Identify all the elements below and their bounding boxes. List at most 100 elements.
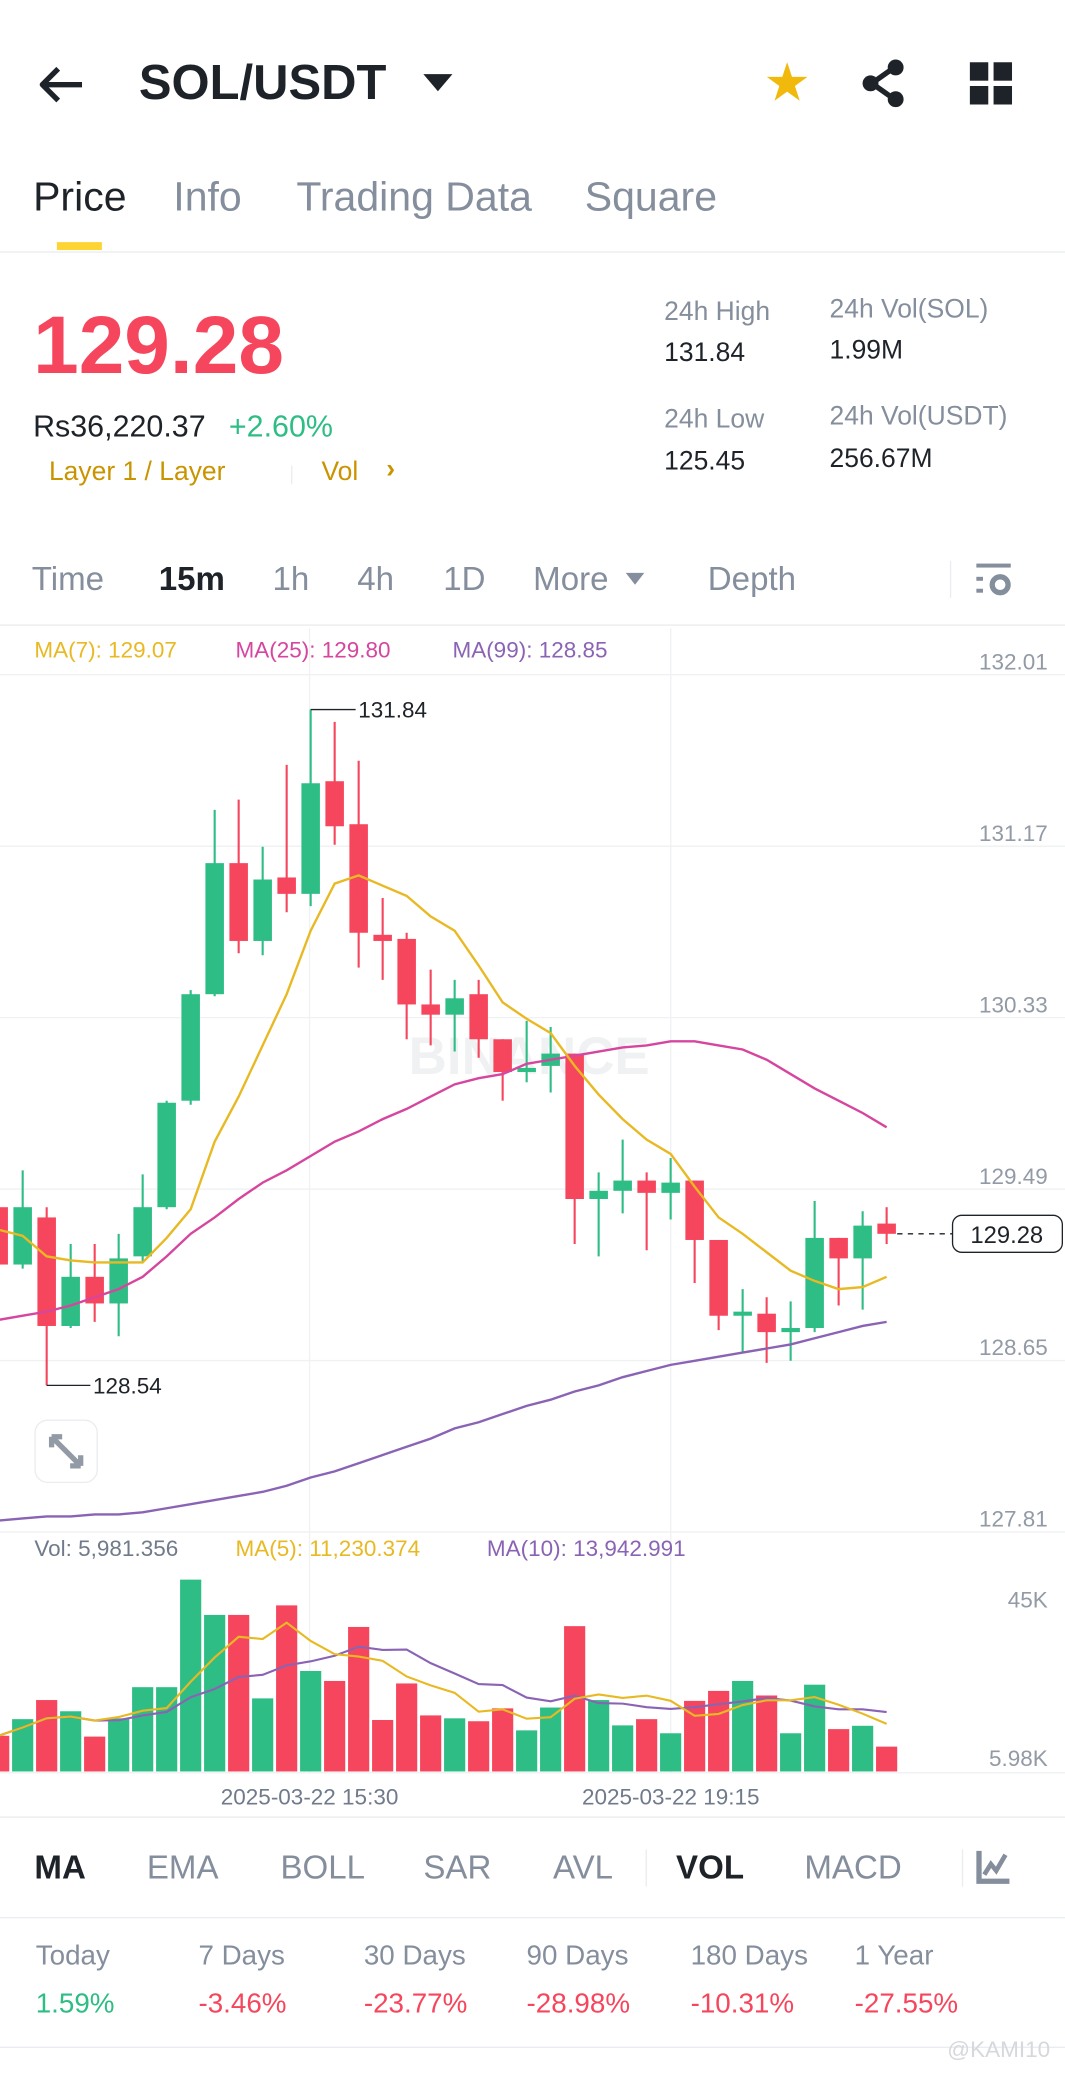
candle (613, 1139, 632, 1214)
candle (325, 721, 344, 845)
fiat-price: Rs36,220.37 (33, 408, 206, 444)
tab-trading-data[interactable]: Trading Data (296, 173, 532, 221)
category-tag[interactable]: Layer 1 / Layer (49, 458, 226, 488)
candle (301, 709, 320, 907)
candle (181, 990, 200, 1105)
low-value: 125.45 (664, 447, 746, 477)
grid-icon[interactable] (969, 62, 1013, 111)
pair-title[interactable]: SOL/USDT (139, 56, 386, 112)
candle-body (133, 1207, 152, 1257)
expand-icon (48, 1434, 84, 1469)
candle (733, 1289, 752, 1353)
high-label: 24h High (664, 297, 771, 327)
perf-label: 1 Year (854, 1940, 934, 1972)
candle (829, 1237, 848, 1306)
divider (0, 251, 1065, 253)
candle (61, 1244, 80, 1329)
ma7-legend: MA(7): 129.07 (34, 637, 177, 663)
candle (709, 1239, 728, 1331)
volume-bar (756, 1695, 778, 1772)
candle (157, 1100, 176, 1210)
candle-body (469, 994, 488, 1040)
tab-info[interactable]: Info (173, 173, 241, 221)
candle (781, 1301, 800, 1361)
vol-link[interactable]: Vol (321, 458, 358, 488)
perf-value: -10.31% (690, 1988, 795, 2019)
binance-watermark: BINANCE (409, 1027, 650, 1086)
share-icon[interactable] (860, 58, 908, 115)
perf-label: 7 Days (198, 1940, 285, 1972)
volume-bar (492, 1708, 514, 1772)
tab-square[interactable]: Square (585, 173, 717, 221)
perf-label: 180 Days (690, 1940, 808, 1972)
volume-bar (84, 1736, 106, 1772)
vol-ma5-legend: MA(5): 11,230.374 (235, 1535, 421, 1562)
high-value: 131.84 (664, 338, 746, 368)
star-icon[interactable]: ★ (763, 57, 810, 110)
active-tab-indicator (56, 242, 102, 251)
candle-body (829, 1237, 848, 1259)
ma99-line (0, 1320, 887, 1522)
volume-bar (516, 1730, 538, 1772)
volume-bar (828, 1729, 850, 1772)
depth-tab[interactable]: Depth (708, 561, 796, 599)
y-tick-label: 129.49 (979, 1164, 1048, 1189)
indicator-macd[interactable]: MACD (804, 1850, 901, 1888)
candle (133, 1174, 152, 1263)
candle-body (877, 1223, 896, 1234)
last-price: 129.28 (33, 300, 284, 392)
candlestick-chart[interactable]: 132.01 131.17 130.33 129.49 128.65 127.81 BINA… (0, 628, 1065, 1819)
last-price-label: 129.28 (970, 1222, 1043, 1249)
indicator-settings-icon[interactable] (975, 1848, 1012, 1892)
volume-bar (636, 1719, 658, 1772)
candle (493, 1039, 512, 1101)
tab-price[interactable]: Price (33, 173, 126, 221)
dropdown-caret-icon[interactable] (423, 74, 453, 92)
y-tick-label: 128.65 (979, 1335, 1048, 1360)
indicator-ma[interactable]: MA (34, 1850, 85, 1888)
volume-bar (732, 1680, 754, 1772)
interval-1h[interactable]: 1h (273, 561, 310, 599)
vol-usdt-value: 256.67M (829, 444, 933, 474)
candle (589, 1172, 608, 1257)
divider (949, 560, 952, 598)
volume-bar (324, 1680, 346, 1772)
indicator-sar[interactable]: SAR (423, 1850, 491, 1888)
expand-chart-button[interactable] (34, 1419, 98, 1484)
candle-body (613, 1180, 632, 1191)
candle (277, 764, 296, 913)
interval-15m[interactable]: 15m (159, 561, 225, 599)
divider (0, 1816, 1065, 1818)
interval-more[interactable]: More (533, 561, 608, 599)
vol-legend: Vol: 5,981.356 (34, 1535, 179, 1562)
volume-bar (588, 1700, 610, 1772)
candle-body (205, 863, 224, 995)
divider (0, 624, 1065, 626)
candle-body (229, 863, 248, 941)
candle (253, 846, 272, 956)
volume-bar (468, 1721, 490, 1772)
user-watermark: @KAMI10 (947, 2037, 1051, 2063)
caret-down-icon[interactable] (625, 572, 645, 585)
volume-bar (780, 1733, 802, 1772)
interval-1d[interactable]: 1D (443, 561, 485, 599)
indicator-ema[interactable]: EMA (147, 1850, 219, 1888)
indicator-vol[interactable]: VOL (676, 1850, 744, 1888)
back-arrow-icon[interactable] (34, 58, 87, 111)
chevron-right-icon[interactable]: › (386, 455, 395, 485)
volume-bar (444, 1718, 466, 1772)
candle (37, 1207, 56, 1386)
y-tick-label: 127.81 (979, 1507, 1048, 1532)
interval-time[interactable]: Time (32, 561, 104, 599)
candle-body (853, 1225, 872, 1259)
indicator-avl[interactable]: AVL (553, 1850, 613, 1888)
volume-bar (876, 1746, 898, 1772)
chart-settings-icon[interactable] (975, 561, 1015, 607)
volume-tick-label: 5.98K (989, 1746, 1048, 1771)
volume-bar (108, 1718, 130, 1772)
candle-body (589, 1190, 608, 1200)
candle (565, 1053, 584, 1245)
candle-body (181, 994, 200, 1101)
interval-4h[interactable]: 4h (357, 561, 394, 599)
indicator-boll[interactable]: BOLL (280, 1850, 365, 1888)
